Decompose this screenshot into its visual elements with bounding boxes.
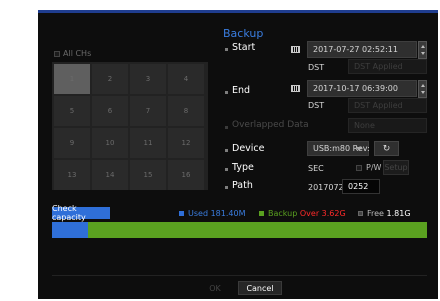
end-dst-label: DST (308, 101, 325, 110)
setup-button[interactable]: Setup (383, 160, 409, 175)
ok-button[interactable]: OK (201, 281, 229, 295)
calendar-icon[interactable] (291, 85, 300, 92)
channel-cell-13[interactable]: 13 (54, 160, 90, 190)
used-text: Used (188, 209, 209, 218)
all-channels-checkbox[interactable] (54, 51, 60, 57)
channel-cell-12[interactable]: 12 (168, 128, 204, 158)
channel-cell-2[interactable]: 2 (92, 64, 128, 94)
window-title: Backup (223, 27, 264, 40)
path-label: Path (232, 180, 253, 191)
channel-cell-8[interactable]: 8 (168, 96, 204, 126)
path-input[interactable]: 0252 (342, 179, 380, 194)
backup-text: Backup (268, 209, 298, 218)
channel-grid: 1 2 3 4 5 6 7 8 9 10 11 12 13 14 15 16 (52, 62, 208, 190)
password-checkbox[interactable] (356, 165, 362, 171)
used-legend-icon (179, 211, 184, 216)
overlapped-data-select[interactable]: None (348, 118, 427, 133)
channel-cell-11[interactable]: 11 (130, 128, 166, 158)
calendar-icon[interactable] (291, 46, 300, 53)
start-bullet-icon (225, 48, 228, 51)
used-label: Used 181.40M (188, 209, 245, 218)
channel-cell-9[interactable]: 9 (54, 128, 90, 158)
free-value: 1.81G (386, 209, 411, 218)
backup-over-value: Over 3.62G (299, 209, 346, 218)
check-capacity-button[interactable]: Check capacity (52, 204, 110, 222)
type-bullet-icon (225, 168, 228, 171)
start-dst-label: DST (308, 63, 325, 72)
channel-cell-7[interactable]: 7 (130, 96, 166, 126)
start-dst-select[interactable]: DST Applied (348, 59, 427, 74)
start-label: Start (232, 42, 256, 53)
channel-cell-16[interactable]: 16 (168, 160, 204, 190)
free-text: Free (367, 209, 384, 218)
backup-label: Backup Over 3.62G (268, 209, 346, 218)
refresh-icon: ↻ (382, 143, 391, 154)
footer-divider (52, 275, 427, 276)
backup-window: Backup All CHs 1 2 3 4 5 6 7 8 9 10 11 1… (38, 10, 438, 299)
channel-cell-15[interactable]: 15 (130, 160, 166, 190)
type-label: Type (232, 162, 254, 173)
all-channels-label: All CHs (63, 49, 92, 58)
free-label: Free 1.81G (367, 209, 411, 218)
end-datetime-field[interactable]: 2017-10-17 06:39:00 (307, 80, 417, 97)
channel-cell-1[interactable]: 1 (54, 64, 90, 94)
end-label: End (232, 85, 251, 96)
end-bullet-icon (225, 91, 228, 94)
channel-cell-5[interactable]: 5 (54, 96, 90, 126)
channel-cell-4[interactable]: 4 (168, 64, 204, 94)
type-value: SEC (308, 164, 324, 173)
channel-cell-14[interactable]: 14 (92, 160, 128, 190)
overlapped-data-label: Overlapped Data (232, 120, 309, 130)
cancel-button[interactable]: Cancel (238, 281, 282, 295)
capacity-bar (52, 222, 427, 238)
overlapped-bullet-icon (225, 126, 228, 129)
end-dst-select[interactable]: DST Applied (348, 98, 427, 113)
path-bullet-icon (225, 186, 228, 189)
channel-cell-10[interactable]: 10 (92, 128, 128, 158)
capacity-used-fill (52, 222, 88, 238)
start-datetime-field[interactable]: 2017-07-27 02:52:11 (307, 41, 417, 58)
device-label: Device (232, 143, 265, 154)
channel-cell-3[interactable]: 3 (130, 64, 166, 94)
password-label: P/W (366, 163, 382, 172)
end-datetime-spinner[interactable] (418, 80, 427, 98)
refresh-button[interactable]: ↻ (374, 141, 399, 156)
chevron-down-icon (356, 147, 362, 151)
channel-cell-6[interactable]: 6 (92, 96, 128, 126)
backup-legend-icon (259, 211, 264, 216)
start-datetime-spinner[interactable] (418, 41, 427, 59)
used-value: 181.40M (210, 209, 246, 218)
free-legend-icon (358, 211, 363, 216)
device-bullet-icon (225, 149, 228, 152)
